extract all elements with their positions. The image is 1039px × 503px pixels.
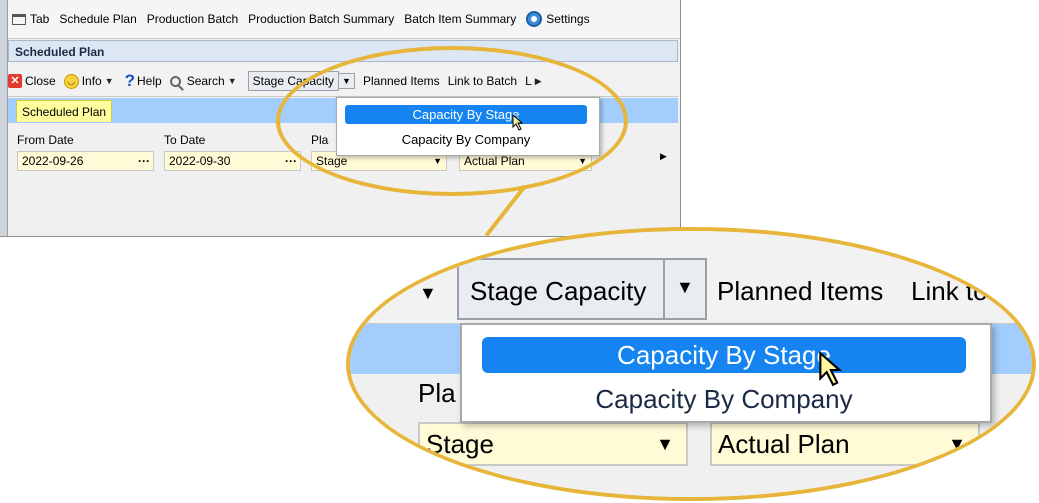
gear-icon — [526, 11, 543, 27]
highlight-ring — [276, 46, 628, 196]
zoom-plan-kind-value: Actual Plan — [718, 429, 850, 459]
help-label: Help — [137, 74, 162, 88]
smiley-icon: ◡ — [63, 73, 79, 89]
zoom-plan-label: Pla — [418, 378, 456, 408]
zoom-plan-type-select: Stage ▼ — [418, 422, 688, 466]
to-date-field[interactable]: 2022-09-30 ··· — [164, 151, 301, 171]
zoom-menu-item-capacity-by-company: Capacity By Company — [595, 384, 853, 414]
chevron-down-icon[interactable]: ▼ — [228, 76, 237, 86]
close-button[interactable]: ✕ Close — [8, 74, 56, 88]
zoom-dropdown-arrow-box: ▼ — [665, 258, 707, 320]
from-date-field[interactable]: 2022-09-26 ··· — [17, 151, 154, 171]
zoom-toolbar: ▼ ▼ Stage Capacity ▼ Planned Items Link … — [350, 231, 1032, 324]
zoom-plan-kind-select: Actual Plan ▼ — [710, 422, 980, 466]
menu-item-label: Tab — [30, 12, 50, 26]
mouse-cursor-icon — [819, 351, 843, 387]
info-button[interactable]: ◡ Info ▼ — [63, 73, 117, 89]
zoom-planned-items-label: Planned Items — [717, 276, 884, 306]
help-button[interactable]: ? Help — [124, 71, 162, 90]
search-icon — [169, 75, 181, 87]
menu-bar: Tab Schedule Plan Production Batch Produ… — [8, 0, 680, 39]
menu-item-batch-item-summary[interactable]: Batch Item Summary — [404, 12, 516, 26]
from-date-value: 2022-09-26 — [22, 154, 84, 168]
chevron-down-icon: ▼ — [676, 277, 694, 297]
zoom-dropdown-arrow: ▼ — [346, 283, 363, 303]
chevron-down-icon[interactable]: ▼ — [105, 76, 114, 86]
zoom-link-to-label: Link to — [911, 276, 988, 306]
to-date-label: To Date — [164, 133, 206, 147]
from-date-label: From Date — [17, 133, 74, 147]
zoom-plan-type-value: Stage — [426, 429, 494, 459]
menu-item-label: Settings — [546, 12, 590, 26]
tab-icon — [12, 13, 26, 25]
panel-title: Scheduled Plan — [8, 40, 678, 62]
search-label: Search — [186, 74, 225, 88]
to-date-value: 2022-09-30 — [169, 154, 231, 168]
menu-item-tab[interactable]: Tab — [8, 12, 49, 26]
chevron-down-icon: ▼ — [419, 283, 437, 303]
zoom-callout: ▼ ▼ Stage Capacity ▼ Planned Items Link … — [346, 227, 1036, 501]
info-label: Info — [81, 74, 102, 88]
menu-item-production-batch[interactable]: Production Batch — [147, 12, 238, 26]
ellipsis-icon[interactable]: ··· — [138, 152, 150, 170]
search-button[interactable]: Search ▼ — [169, 74, 240, 88]
chevron-down-icon: ▼ — [656, 434, 674, 454]
zoom-stage-capacity-menu: Capacity By Stage Capacity By Company — [460, 323, 992, 423]
menu-item-schedule-plan[interactable]: Schedule Plan — [59, 12, 136, 26]
chevron-right-icon[interactable]: ▶ — [660, 151, 667, 162]
window-edge — [0, 0, 8, 236]
close-icon: ✕ — [8, 74, 22, 88]
menu-item-production-batch-summary[interactable]: Production Batch Summary — [248, 12, 394, 26]
zoom-menu-item-capacity-by-stage: Capacity By Stage — [482, 337, 966, 373]
chevron-down-icon: ▼ — [948, 434, 966, 454]
zoom-stage-capacity-label: Stage Capacity — [470, 276, 647, 306]
close-label: Close — [25, 74, 56, 88]
question-icon: ? — [124, 71, 136, 90]
menu-item-settings[interactable]: Settings — [526, 11, 590, 27]
tab-scheduled-plan[interactable]: Scheduled Plan — [16, 100, 113, 122]
